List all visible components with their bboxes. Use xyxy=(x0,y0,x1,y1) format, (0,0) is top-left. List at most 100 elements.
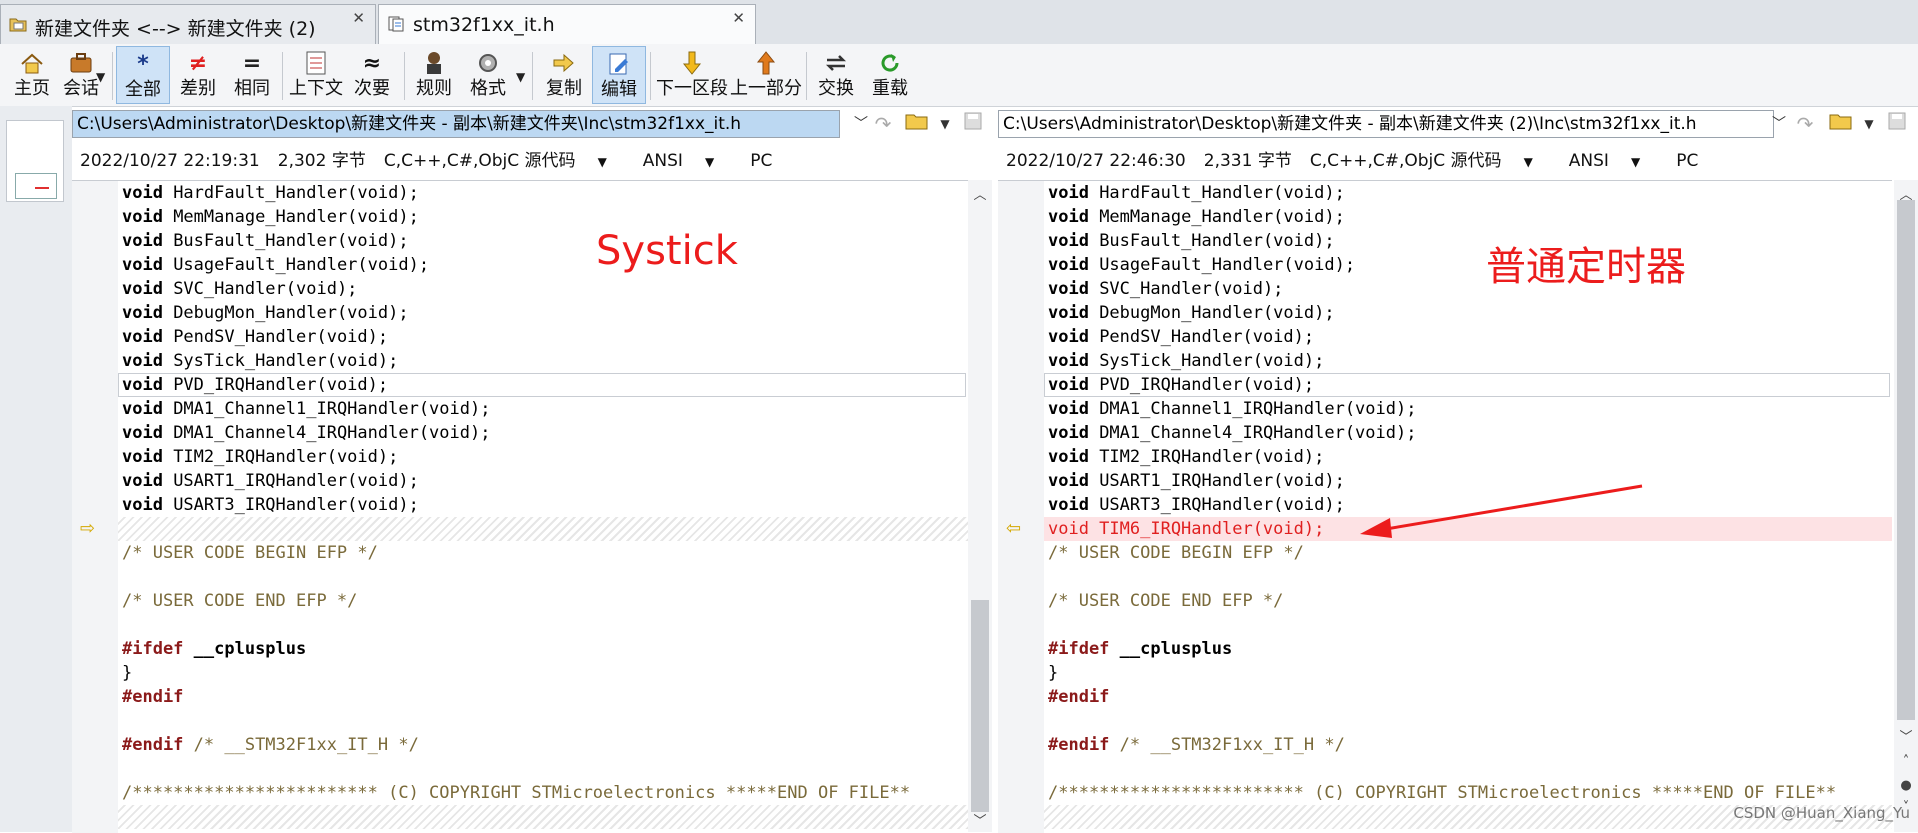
left-encoding[interactable]: ANSI ▼ xyxy=(643,151,732,171)
code-line: void TIM2_IRQHandler(void); xyxy=(1044,445,1324,469)
code-keyword: void xyxy=(122,327,174,347)
scroll-up-icon[interactable]: ︿ xyxy=(968,184,992,203)
next-section-button[interactable]: 下一区段 xyxy=(656,46,728,104)
right-save-icon[interactable] xyxy=(1884,110,1910,138)
right-go-icon[interactable]: ↷ xyxy=(1792,110,1818,138)
chevron-down-icon[interactable]: ▼ xyxy=(1858,112,1880,136)
right-gutter xyxy=(998,181,1044,833)
left-gutter xyxy=(72,181,118,833)
overview-viewport[interactable] xyxy=(15,173,57,199)
tab-folder-compare[interactable]: 新建文件夹 <--> 新建文件夹 (2) ✕ xyxy=(0,4,376,44)
format-button[interactable]: 格式 xyxy=(462,46,514,104)
code-text: BusFault_Handler(void); xyxy=(173,231,409,251)
left-code-area[interactable]: void HardFault_Handler(void); void MemMan… xyxy=(118,181,968,833)
next-section-icon xyxy=(656,50,728,78)
left-save-icon[interactable] xyxy=(960,110,986,138)
minor-icon: ≈ xyxy=(362,51,382,76)
swap-button[interactable]: 交换 xyxy=(810,46,862,104)
left-scrollbar[interactable]: ︿ ﹀ xyxy=(968,180,992,832)
chevron-down-icon[interactable]: ▼ xyxy=(96,70,105,84)
close-icon[interactable]: ✕ xyxy=(732,9,745,27)
minor-button[interactable]: ≈ 次要 xyxy=(346,46,398,104)
home-icon xyxy=(6,50,58,78)
home-button[interactable]: 主页 xyxy=(6,46,58,104)
code-text: UsageFault_Handler(void); xyxy=(173,255,430,275)
left-scroll-thumb[interactable] xyxy=(971,600,989,812)
code-keyword: void xyxy=(122,423,174,443)
chevron-down-icon[interactable]: ▼ xyxy=(516,70,525,84)
left-go-icon[interactable]: ↷ xyxy=(870,110,896,138)
overview-sidebar xyxy=(0,106,72,832)
code-line: void BusFault_Handler(void); xyxy=(1044,229,1335,253)
code-token: /* __STM32F1xx_IT_H */ xyxy=(1109,735,1345,755)
code-line: /* USER CODE END EFP */ xyxy=(1044,589,1283,613)
code-keyword: void xyxy=(1048,327,1100,347)
right-scroll-thumb[interactable] xyxy=(1897,200,1915,720)
right-path-input[interactable]: C:\Users\Administrator\Desktop\新建文件夹 - 副… xyxy=(998,110,1774,138)
code-line: void UsageFault_Handler(void); xyxy=(1044,253,1355,277)
code-text: PVD_IRQHandler(void); xyxy=(173,375,389,395)
code-line: void PVD_IRQHandler(void); xyxy=(1044,373,1314,397)
chevron-down-icon[interactable]: ▼ xyxy=(1524,155,1533,169)
filter-diff-button[interactable]: ≠ 差别 xyxy=(172,46,224,104)
code-line: #endif /* __STM32F1xx_IT_H */ xyxy=(118,733,419,757)
copy-button[interactable]: 复制 xyxy=(538,46,590,104)
right-scrollbar[interactable]: ︿ ﹀ ˄ ● ˅ xyxy=(1894,180,1918,832)
right-encoding[interactable]: ANSI ▼ xyxy=(1569,151,1658,171)
chevron-down-icon[interactable]: ﹀ xyxy=(1768,112,1790,136)
diff-gap-placeholder xyxy=(118,517,968,541)
scroll-top-icon[interactable]: ˄ xyxy=(1894,754,1918,769)
left-code-pane[interactable]: void HardFault_Handler(void); void MemMan… xyxy=(72,180,968,833)
code-keyword: void xyxy=(1048,279,1100,299)
right-format[interactable]: C,C++,C#,ObjC 源代码 ▼ xyxy=(1310,151,1551,171)
swap-icon xyxy=(810,50,862,78)
toolbar-separator xyxy=(650,52,651,100)
filter-same-button[interactable]: = 相同 xyxy=(226,46,278,104)
right-diff-arrow-icon[interactable]: ⇦ xyxy=(1006,518,1021,539)
chevron-down-icon[interactable]: ▼ xyxy=(598,155,607,169)
left-path-input[interactable]: C:\Users\Administrator\Desktop\新建文件夹 - 副… xyxy=(72,110,840,138)
tab-file-compare[interactable]: stm32f1xx_it.h ✕ xyxy=(378,4,756,44)
scroll-center-icon[interactable]: ● xyxy=(1894,778,1918,793)
inserted-code-line: void TIM6_IRQHandler(void); xyxy=(1048,519,1325,539)
rules-button[interactable]: 规则 xyxy=(408,46,460,104)
code-text: PendSV_Handler(void); xyxy=(173,327,389,347)
code-keyword: void xyxy=(122,231,174,251)
toolbar-separator xyxy=(112,52,113,100)
code-keyword: void xyxy=(1048,399,1100,419)
overview-map[interactable] xyxy=(6,120,64,202)
chevron-down-icon[interactable]: ▼ xyxy=(705,155,714,169)
scroll-down-icon[interactable]: ﹀ xyxy=(968,810,992,829)
code-text: TIM2_IRQHandler(void); xyxy=(1099,447,1325,467)
left-open-folder-icon[interactable] xyxy=(904,110,930,138)
reload-button[interactable]: 重载 xyxy=(864,46,916,104)
code-token: } xyxy=(122,663,133,683)
prev-section-button[interactable]: 上一部分 xyxy=(730,46,802,104)
chevron-down-icon[interactable]: ▼ xyxy=(934,112,956,136)
chevron-down-icon[interactable]: ▼ xyxy=(1631,155,1640,169)
chevron-down-icon[interactable]: ﹀ xyxy=(850,112,872,136)
close-icon[interactable]: ✕ xyxy=(352,9,365,27)
left-file-info: 2022/10/27 22:19:31 2,302 字节 C,C++,C#,ObjC… xyxy=(80,146,790,171)
tab-label: stm32f1xx_it.h xyxy=(413,14,555,36)
diff-gap-placeholder xyxy=(118,805,968,829)
scroll-down-icon[interactable]: ﹀ xyxy=(1894,726,1918,745)
right-datetime: 2022/10/27 22:46:30 xyxy=(1006,151,1186,171)
code-text: DMA1_Channel1_IRQHandler(void); xyxy=(173,399,491,419)
left-diff-arrow-icon[interactable]: ⇨ xyxy=(80,518,95,539)
code-line: void DebugMon_Handler(void); xyxy=(118,301,409,325)
code-line: void DMA1_Channel4_IRQHandler(void); xyxy=(1044,421,1416,445)
left-format[interactable]: C,C++,C#,ObjC 源代码 ▼ xyxy=(384,151,625,171)
code-text: MemManage_Handler(void); xyxy=(173,207,419,227)
code-keyword: void xyxy=(122,303,174,323)
edit-button[interactable]: 编辑 xyxy=(592,46,646,104)
code-token: } xyxy=(1048,663,1059,683)
code-line: } xyxy=(118,661,132,685)
filter-all-button[interactable]: * 全部 xyxy=(116,46,170,104)
right-open-folder-icon[interactable] xyxy=(1828,110,1854,138)
code-token: #endif xyxy=(122,687,184,707)
code-line: void MemManage_Handler(void); xyxy=(118,205,419,229)
code-token: __cplusplus xyxy=(183,639,307,659)
context-button[interactable]: 上下文 xyxy=(288,46,344,104)
